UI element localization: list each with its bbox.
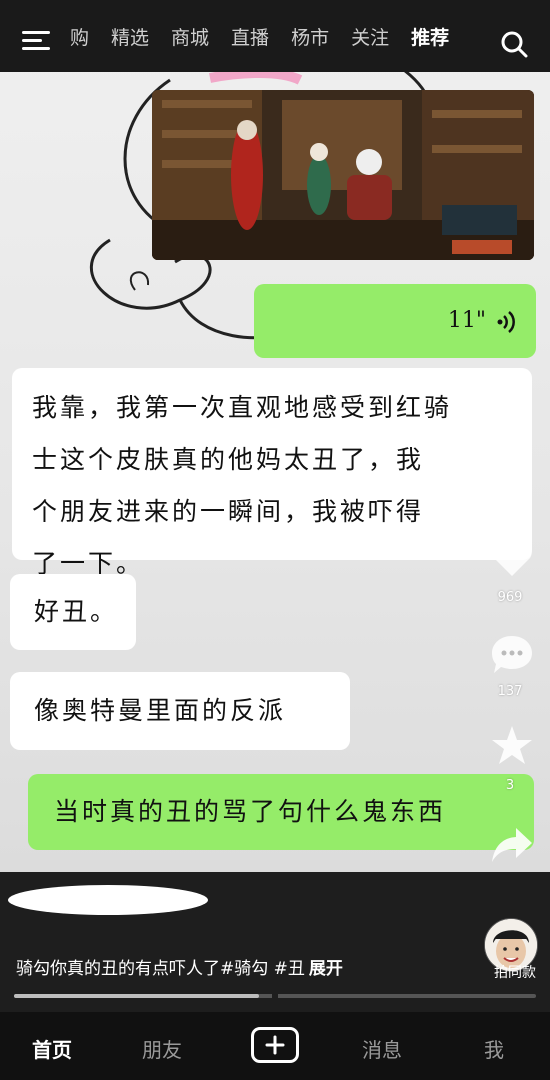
- message-line: 士这个皮肤真的他妈太丑了，我: [32, 445, 425, 474]
- create-post-button[interactable]: [251, 1027, 299, 1063]
- share-arrow-icon[interactable]: [490, 826, 534, 864]
- bottom-navigation-bar: 首页 朋友 消息 我: [0, 1012, 550, 1080]
- video-feed[interactable]: 11" 我靠，我第一次直观地感受到红骑 士这个皮肤真的他妈太丑了，我 个朋友进来…: [0, 0, 550, 872]
- favorite-star-icon[interactable]: [490, 724, 534, 766]
- nav-me[interactable]: 我: [484, 1034, 504, 1063]
- message-line: 我靠，我第一次直观地感受到红骑: [32, 393, 453, 422]
- tab-city[interactable]: 杨市: [291, 23, 329, 50]
- tab-mall[interactable]: 商城: [171, 23, 209, 50]
- chat-message-right: 当时真的丑的骂了句什么鬼东西: [28, 774, 534, 850]
- video-progress-bar[interactable]: [14, 993, 536, 999]
- nav-friends[interactable]: 朋友: [142, 1034, 182, 1063]
- chat-message-left: 好丑。: [10, 574, 136, 650]
- comment-count: 137: [497, 684, 523, 699]
- caption-text: 骑勾你真的丑的有点吓人了#骑勾 #丑: [16, 959, 305, 979]
- like-heart-icon[interactable]: [490, 538, 534, 578]
- progress-fill: [14, 994, 260, 998]
- voice-message-bubble[interactable]: 11": [254, 284, 536, 358]
- like-count: 969: [497, 590, 523, 605]
- tab-following[interactable]: 关注: [351, 23, 389, 50]
- plus-icon: [265, 1035, 285, 1055]
- top-navigation-bar: 购 精选 商城 直播 杨市 关注 推荐: [0, 0, 550, 72]
- video-caption[interactable]: 骑勾你真的丑的有点吓人了#骑勾 #丑 展开: [16, 954, 343, 979]
- tab-live[interactable]: 直播: [231, 23, 269, 50]
- progress-segment-gap: [272, 993, 278, 999]
- message-line: 个朋友进来的一瞬间，我被吓得: [32, 497, 425, 526]
- chat-message-left: 我靠，我第一次直观地感受到红骑 士这个皮肤真的他妈太丑了，我 个朋友进来的一瞬间…: [12, 368, 532, 578]
- tab-buy[interactable]: 购: [70, 23, 89, 50]
- voice-duration: 11": [447, 308, 486, 333]
- menu-icon[interactable]: [22, 30, 52, 52]
- author-name-redacted[interactable]: [6, 880, 211, 916]
- nav-messages[interactable]: 消息: [362, 1034, 402, 1063]
- game-scene: [152, 90, 534, 260]
- same-style-label[interactable]: 拍同款: [494, 962, 536, 982]
- game-screenshot-image: [152, 90, 534, 260]
- search-icon[interactable]: [500, 30, 528, 58]
- top-tabs: 购 精选 商城 直播 杨市 关注 推荐: [70, 0, 471, 72]
- chat-message-left: 像奥特曼里面的反派: [10, 672, 350, 750]
- favorite-count: 3: [505, 778, 515, 793]
- tab-featured[interactable]: 精选: [111, 23, 149, 50]
- voice-wave-icon: [497, 311, 515, 333]
- nav-home[interactable]: 首页: [32, 1034, 72, 1063]
- tab-recommended[interactable]: 推荐: [411, 23, 449, 50]
- video-info-panel: 骑勾你真的丑的有点吓人了#骑勾 #丑 展开 拍同款: [0, 872, 550, 1012]
- comment-bubble-icon[interactable]: [490, 634, 534, 676]
- expand-button[interactable]: 展开: [309, 959, 343, 979]
